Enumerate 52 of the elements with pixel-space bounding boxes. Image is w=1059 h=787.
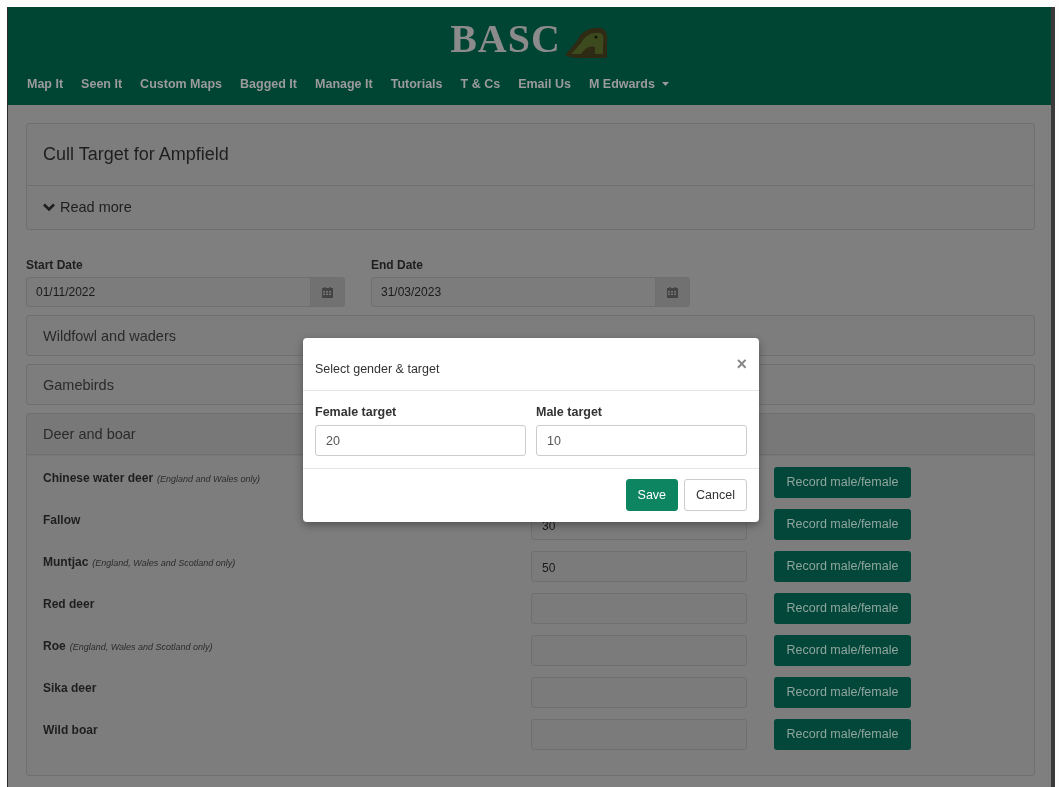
species-name: Chinese water deer: [43, 471, 154, 485]
nav-link[interactable]: Tutorials: [390, 73, 443, 95]
field-label: Female target: [315, 405, 398, 419]
record-button[interactable]: Record male/female: [774, 592, 911, 624]
calendar-icon: [667, 286, 678, 298]
record-button[interactable]: Record male/female: [774, 718, 911, 750]
nav-link[interactable]: Email Us: [518, 73, 571, 95]
save-button[interactable]: Save: [625, 479, 679, 511]
record-button[interactable]: Record male/female: [774, 550, 911, 582]
field-label: Male target: [536, 405, 603, 419]
species-note: (England, Wales and Scotland only): [69, 642, 213, 652]
calendar-button[interactable]: [310, 278, 344, 306]
species-name: Muntjac: [43, 555, 89, 569]
date-field[interactable]: 31/03/2023: [371, 277, 690, 307]
nav-link[interactable]: Map It: [27, 73, 64, 95]
record-button[interactable]: Record male/female: [774, 508, 911, 540]
calendar-icon: [322, 286, 333, 298]
target-input[interactable]: 10: [536, 425, 747, 456]
card-title: Cull Target for Ampfield: [27, 124, 1034, 186]
species-note: (England, Wales and Scotland only): [92, 558, 236, 568]
nav-link[interactable]: Custom Maps: [140, 73, 223, 95]
record-button[interactable]: Record male/female: [774, 634, 911, 666]
species-name: Wild boar: [43, 723, 98, 737]
user-menu[interactable]: M Edwards: [588, 73, 669, 95]
chevron-down-icon: [43, 202, 55, 212]
logo-text: BASC: [450, 19, 561, 59]
cancel-button[interactable]: Cancel: [684, 479, 747, 511]
record-button[interactable]: Record male/female: [774, 466, 911, 498]
nav-link[interactable]: Seen It: [81, 73, 123, 95]
target-field[interactable]: 50: [531, 550, 747, 582]
species-name: Fallow: [43, 513, 81, 527]
species-name: Roe: [43, 639, 66, 653]
species-name: Red deer: [43, 597, 95, 611]
modal-title: Select gender & target: [315, 362, 440, 376]
calendar-button[interactable]: [655, 278, 689, 306]
species-name: Sika deer: [43, 681, 97, 695]
read-more-link[interactable]: Read more: [27, 186, 148, 229]
species-note: (England and Wales only): [157, 474, 260, 484]
date-label: Start Date: [26, 258, 84, 272]
target-input[interactable]: 20: [315, 425, 526, 456]
duck-head-icon: [562, 25, 609, 59]
nav-link[interactable]: Manage It: [315, 73, 373, 95]
date-label: End Date: [371, 258, 424, 272]
caret-icon: [661, 82, 669, 86]
date-field[interactable]: 01/11/2022: [26, 277, 345, 307]
accordion-header[interactable]: Deer and boar: [27, 414, 152, 454]
accordion-header[interactable]: Gamebirds: [27, 365, 130, 404]
nav-link[interactable]: Bagged It: [240, 73, 297, 95]
record-button[interactable]: Record male/female: [774, 676, 911, 708]
accordion-header[interactable]: Wildfowl and waders: [27, 316, 192, 355]
close-button[interactable]: ×: [736, 356, 747, 372]
nav-link[interactable]: T & Cs: [460, 73, 501, 95]
